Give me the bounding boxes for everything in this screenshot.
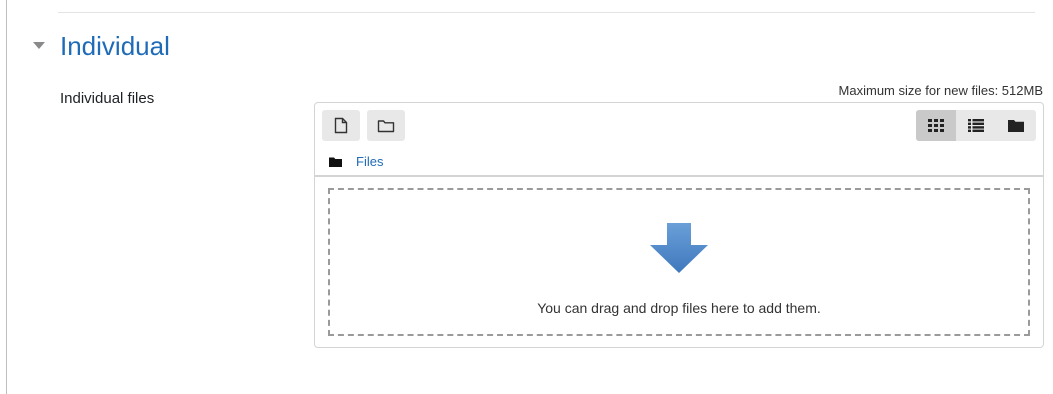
filepicker-toolbar: Files <box>314 102 1044 176</box>
folder-outline-icon <box>377 119 395 132</box>
max-size-text: Maximum size for new files: 512MB <box>838 83 1043 98</box>
folder-icon <box>329 157 342 167</box>
folder-icon <box>1008 120 1024 132</box>
caret-down-icon[interactable] <box>32 39 46 53</box>
dropzone-message: You can drag and drop files here to add … <box>537 300 821 316</box>
tree-view-button[interactable] <box>996 110 1036 141</box>
list-icon <box>968 119 984 132</box>
add-file-button[interactable] <box>322 110 360 141</box>
create-folder-button[interactable] <box>367 110 405 141</box>
down-arrow-icon <box>650 223 708 273</box>
file-dropzone-container: You can drag and drop files here to add … <box>314 176 1044 348</box>
page: Individual Individual files Maximum size… <box>0 0 1053 394</box>
view-switcher <box>916 110 1036 141</box>
section-header[interactable]: Individual <box>32 30 170 62</box>
list-view-button[interactable] <box>956 110 996 141</box>
field-label: Individual files <box>60 90 155 107</box>
grid-icon <box>928 119 944 132</box>
section-title[interactable]: Individual <box>60 30 170 62</box>
icons-view-button[interactable] <box>916 110 956 141</box>
breadcrumb: Files <box>329 154 383 169</box>
breadcrumb-files-link[interactable]: Files <box>356 154 383 169</box>
file-icon <box>334 117 348 134</box>
top-divider <box>58 12 1035 13</box>
left-border <box>6 0 7 394</box>
file-dropzone[interactable]: You can drag and drop files here to add … <box>328 188 1030 336</box>
